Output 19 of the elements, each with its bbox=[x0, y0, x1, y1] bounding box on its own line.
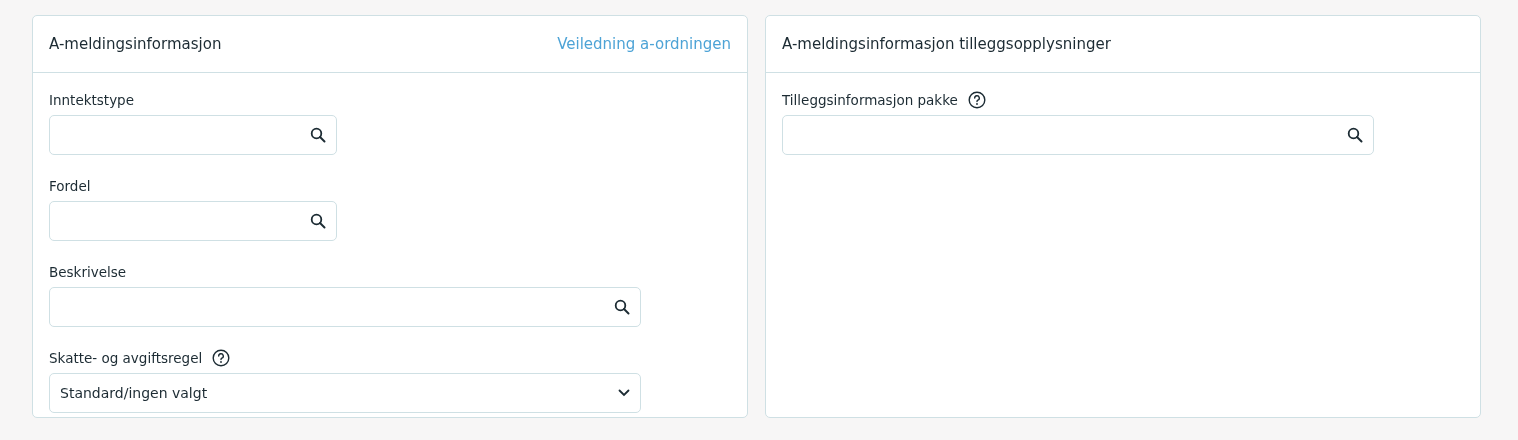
panel-title: A-meldingsinformasjon tilleggsopplysninger bbox=[782, 33, 1111, 55]
help-icon[interactable] bbox=[212, 349, 231, 367]
field-label: Inntektstype bbox=[49, 90, 134, 110]
search-icon bbox=[310, 127, 326, 143]
field-label: Beskrivelse bbox=[49, 262, 127, 282]
panel-title: A-meldingsinformasjon bbox=[49, 33, 222, 55]
field-label: Skatte- og avgiftsregel bbox=[49, 348, 203, 368]
select-field[interactable]: Standard/ingen valgt bbox=[49, 373, 641, 413]
help-icon[interactable] bbox=[967, 91, 986, 109]
search-field[interactable] bbox=[49, 115, 337, 155]
field-label: Fordel bbox=[49, 176, 91, 196]
chevron-down-icon bbox=[618, 389, 630, 397]
search-field[interactable] bbox=[49, 287, 641, 327]
search-icon bbox=[1347, 127, 1363, 143]
search-icon bbox=[614, 299, 630, 315]
search-icon bbox=[310, 213, 326, 229]
search-field[interactable] bbox=[782, 115, 1374, 155]
field-label: Tilleggsinformasjon pakke bbox=[782, 90, 958, 110]
search-field[interactable] bbox=[49, 201, 337, 241]
